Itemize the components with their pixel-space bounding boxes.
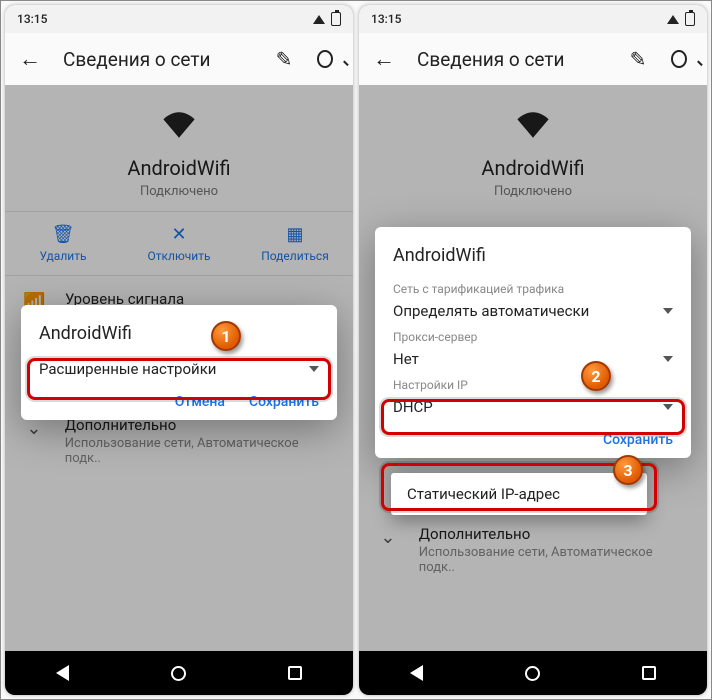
dialog-network-edit: AndroidWifi Расширенные настройки Отмена… (21, 305, 337, 420)
chevron-down-icon (663, 356, 673, 362)
signal-icon (313, 15, 325, 24)
edit-icon[interactable] (627, 48, 649, 70)
phone-left: 13:15 Сведения о сети AndroidWifi (5, 5, 353, 695)
proxy-dropdown[interactable]: Нет (393, 350, 673, 368)
page-title: Сведения о сети (417, 48, 605, 71)
signal-icon (667, 15, 679, 24)
dialog-network-advanced: AndroidWifi Сеть с тарификацией трафика … (375, 227, 691, 458)
edit-icon[interactable] (273, 48, 295, 70)
statusbar-time: 13:15 (371, 12, 401, 26)
nav-back-icon[interactable] (410, 665, 423, 681)
save-button[interactable]: Сохранить (603, 432, 673, 448)
search-icon[interactable] (317, 48, 339, 70)
search-icon[interactable] (671, 48, 693, 70)
chevron-down-icon (663, 308, 673, 314)
ip-dropdown-menu: Статический IP-адрес (391, 473, 647, 515)
chevron-down-icon (663, 404, 673, 410)
statusbar: 13:15 (359, 5, 707, 33)
cancel-button[interactable]: Отмена (175, 394, 225, 410)
phone-right: 13:15 Сведения о сети AndroidWifi (359, 5, 707, 695)
nav-home-icon[interactable] (525, 666, 540, 681)
menu-item-static-ip[interactable]: Статический IP-адрес (407, 485, 631, 503)
navbar (5, 651, 353, 695)
page-title: Сведения о сети (63, 48, 251, 71)
dialog-title: AndroidWifi (39, 323, 319, 344)
nav-home-icon[interactable] (171, 666, 186, 681)
statusbar: 13:15 (5, 5, 353, 33)
back-icon[interactable] (373, 48, 395, 70)
nav-recent-icon[interactable] (288, 666, 302, 680)
nav-recent-icon[interactable] (642, 666, 656, 680)
proxy-label: Прокси-сервер (393, 330, 673, 344)
chevron-down-icon (309, 366, 319, 372)
nav-back-icon[interactable] (56, 665, 69, 681)
battery-icon (331, 12, 341, 26)
ip-settings-label: Настройки IP (393, 378, 673, 392)
dialog-title: AndroidWifi (393, 245, 673, 266)
metered-label: Сеть с тарификацией трафика (393, 282, 673, 296)
back-icon[interactable] (19, 48, 41, 70)
metered-dropdown[interactable]: Определять автоматически (393, 302, 673, 320)
appbar: Сведения о сети (359, 33, 707, 85)
ip-settings-dropdown[interactable]: DHCP (393, 398, 673, 416)
navbar (359, 651, 707, 695)
save-button[interactable]: Сохранить (249, 394, 319, 410)
advanced-options-row[interactable]: Расширенные настройки (39, 360, 319, 378)
appbar: Сведения о сети (5, 33, 353, 85)
statusbar-time: 13:15 (17, 12, 47, 26)
battery-icon (685, 12, 695, 26)
